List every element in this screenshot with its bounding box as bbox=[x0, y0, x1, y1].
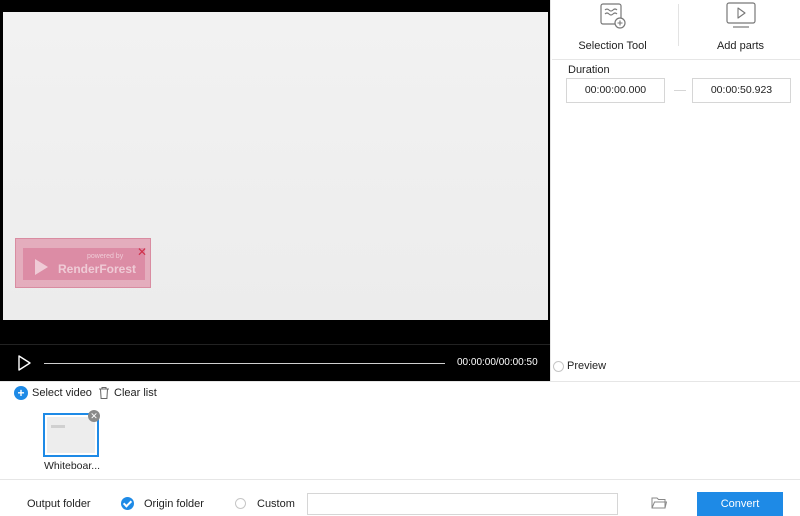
watermark-logo: powered by RenderForest bbox=[23, 248, 145, 280]
output-bar: Output folder Origin folder Custom Conve… bbox=[0, 480, 800, 516]
convert-button[interactable]: Convert bbox=[697, 492, 783, 516]
video-converter-window: powered by RenderForest ✕ 00:00:00/00:00… bbox=[0, 0, 800, 516]
watermark-brand-text: RenderForest bbox=[58, 262, 137, 276]
time-readout: 00:00:00/00:00:50 bbox=[457, 357, 538, 368]
folder-icon[interactable] bbox=[651, 496, 667, 510]
clear-list-button[interactable]: Clear list bbox=[98, 385, 157, 401]
trash-icon bbox=[99, 387, 109, 399]
video-player: powered by RenderForest ✕ 00:00:00/00:00… bbox=[0, 0, 550, 381]
origin-folder-radio[interactable] bbox=[121, 497, 134, 510]
time-separator bbox=[674, 90, 686, 91]
clear-list-label: Clear list bbox=[114, 387, 157, 399]
selection-tool-label: Selection Tool bbox=[578, 40, 647, 52]
start-time-field[interactable]: 00:00:00.000 bbox=[566, 78, 665, 103]
origin-folder-label: Origin folder bbox=[144, 498, 204, 510]
watermark-powered-text: powered by bbox=[87, 253, 124, 260]
output-folder-label: Output folder bbox=[27, 498, 91, 510]
list-divider bbox=[0, 381, 800, 382]
remove-video-icon[interactable]: ✕ bbox=[88, 410, 100, 422]
output-path-input[interactable] bbox=[307, 493, 618, 515]
thumbnail-image bbox=[47, 417, 95, 453]
end-time-field[interactable]: 00:00:50.923 bbox=[692, 78, 791, 103]
tab-add-parts[interactable]: Add parts bbox=[678, 0, 800, 58]
watermark-overlay[interactable]: powered by RenderForest bbox=[15, 238, 151, 288]
select-video-button[interactable]: + Select video bbox=[14, 385, 92, 401]
select-video-label: Select video bbox=[32, 387, 92, 399]
video-filename: Whiteboar... bbox=[44, 460, 101, 472]
tools-panel: Selection Tool Add parts Duration 00:00:… bbox=[550, 0, 800, 381]
player-controls: 00:00:00/00:00:50 bbox=[0, 344, 550, 381]
plus-icon: + bbox=[14, 386, 28, 400]
video-top-bar bbox=[0, 0, 550, 12]
thumbnail-detail bbox=[51, 425, 65, 428]
watermark-close-icon[interactable]: ✕ bbox=[137, 246, 147, 258]
selection-tool-icon bbox=[599, 3, 626, 29]
custom-radio[interactable] bbox=[235, 498, 246, 509]
duration-label: Duration bbox=[568, 64, 610, 76]
play-icon[interactable] bbox=[16, 355, 32, 371]
tab-selection-tool[interactable]: Selection Tool bbox=[550, 0, 675, 58]
watermark-play-icon bbox=[35, 259, 48, 275]
add-parts-icon bbox=[725, 2, 756, 28]
preview-radio[interactable] bbox=[553, 361, 564, 372]
panel-rule bbox=[552, 59, 800, 60]
add-parts-label: Add parts bbox=[716, 40, 765, 52]
preview-label: Preview bbox=[567, 360, 607, 372]
seek-bar[interactable] bbox=[44, 363, 445, 364]
custom-label: Custom bbox=[257, 498, 295, 510]
